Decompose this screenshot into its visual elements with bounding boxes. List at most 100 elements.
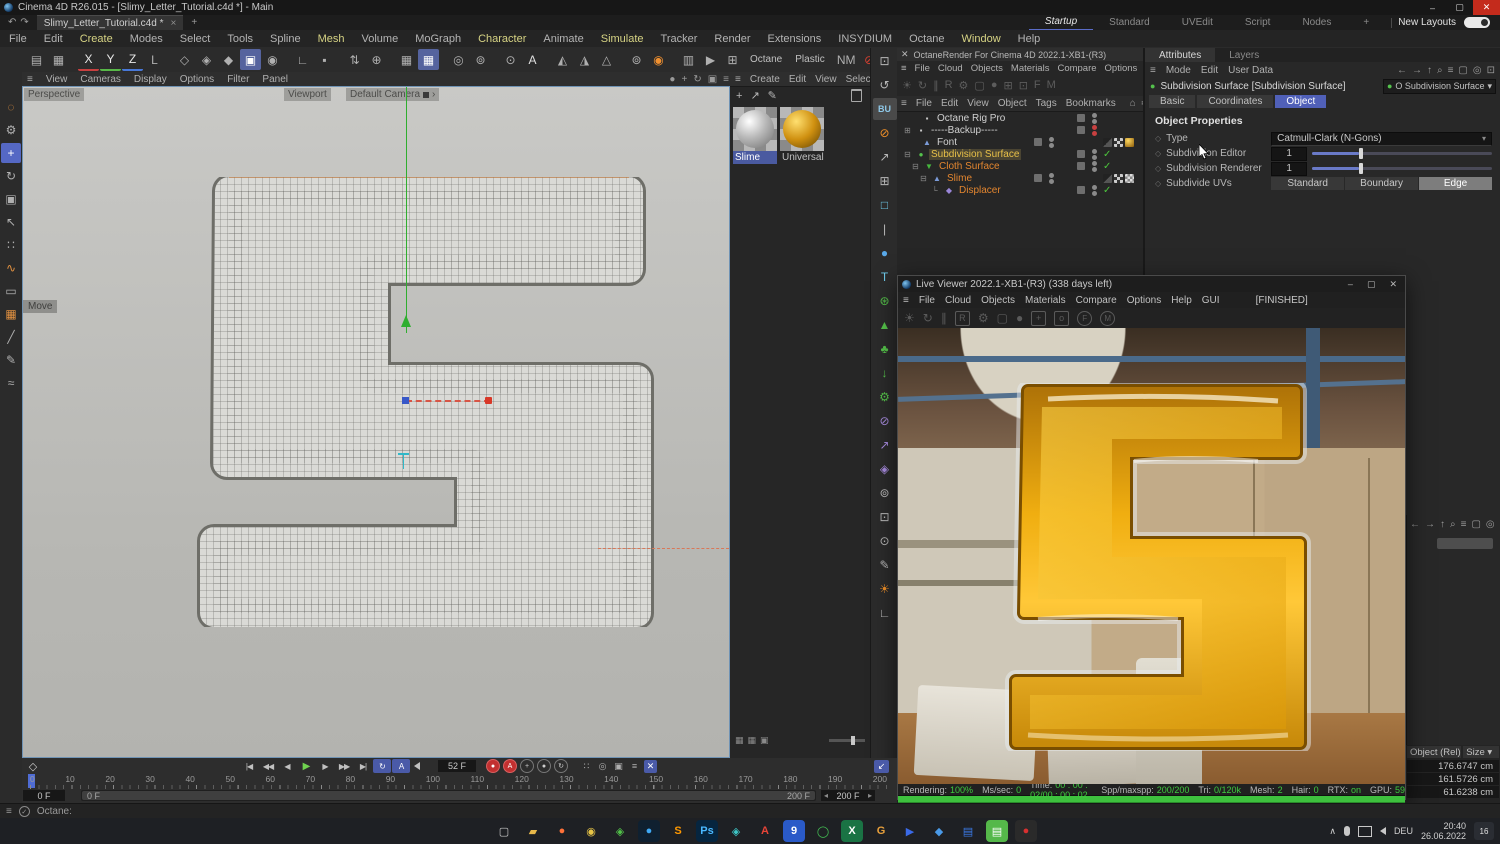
go-start-button[interactable]: |◀ bbox=[240, 759, 258, 773]
pen-icon[interactable]: ✎ bbox=[1, 350, 21, 370]
excel[interactable]: X bbox=[841, 820, 863, 842]
viewport-menu-item[interactable]: Filter bbox=[227, 74, 249, 85]
undo-icon[interactable]: ↶ bbox=[8, 17, 20, 28]
coordinate-value-field[interactable]: 61.6238 cm bbox=[1407, 786, 1499, 798]
globe-lock-icon[interactable]: ⊚ bbox=[873, 482, 897, 504]
rotate-icon[interactable]: ↻ bbox=[1, 166, 21, 186]
menu-item[interactable]: File bbox=[9, 33, 27, 45]
shade-ball-icon[interactable]: ● bbox=[669, 74, 675, 85]
load-material-icon[interactable]: ↗ bbox=[750, 89, 759, 102]
restart-render-icon[interactable]: ↻ bbox=[923, 311, 933, 325]
orange-sphere-icon[interactable]: ◉ bbox=[648, 49, 669, 70]
lv-minimize-button[interactable]: – bbox=[1348, 279, 1353, 290]
sublime-text[interactable]: S bbox=[667, 820, 689, 842]
menu-item[interactable]: MoGraph bbox=[415, 33, 461, 45]
camera-lock-icon[interactable]: ⊡ bbox=[873, 506, 897, 528]
rectangle-tool-icon[interactable]: □ bbox=[873, 194, 897, 216]
axis-mode-icon[interactable]: ∟ bbox=[292, 49, 313, 70]
sep[interactable] bbox=[492, 49, 499, 70]
mat-view3-icon[interactable]: ▣ bbox=[760, 735, 769, 746]
pick-material-icon[interactable]: ✎ bbox=[768, 89, 777, 102]
lock-z-icon[interactable]: Z bbox=[122, 48, 143, 71]
polygon-mode-icon[interactable]: ◉ bbox=[262, 49, 283, 70]
target-icon[interactable]: ◎ bbox=[1473, 65, 1482, 76]
om-menu-item[interactable]: Tags bbox=[1036, 98, 1057, 109]
snap-corner-icon[interactable]: ∟ bbox=[873, 602, 897, 624]
section-tab[interactable]: Coordinates bbox=[1197, 95, 1274, 108]
material-preview[interactable] bbox=[733, 107, 777, 151]
current-frame-field[interactable]: 52 F bbox=[438, 760, 476, 772]
tweak-icon[interactable]: ⚙ bbox=[1, 120, 21, 140]
filter-icon[interactable]: ≡ bbox=[1448, 65, 1454, 76]
lv-menu-item[interactable]: File bbox=[919, 295, 935, 306]
menu-item[interactable]: Help bbox=[1018, 33, 1041, 45]
workplane-icon[interactable]: ▪ bbox=[314, 49, 335, 70]
subdivision-renderer-field[interactable]: 1 bbox=[1271, 161, 1308, 176]
layout-tab[interactable]: Script bbox=[1229, 16, 1287, 30]
next-frame-button[interactable]: ▶ bbox=[316, 759, 334, 773]
notification-badge[interactable]: 16 bbox=[1474, 822, 1494, 840]
add-box-icon[interactable]: + bbox=[1031, 310, 1047, 326]
lock-x-icon[interactable]: X bbox=[78, 48, 99, 71]
render-ball-icon[interactable]: ● bbox=[1016, 311, 1023, 325]
mode-dropdown[interactable]: Object (Rel) ▾ bbox=[1407, 746, 1462, 758]
lv-menu-item[interactable]: GUI bbox=[1202, 295, 1220, 306]
keyboard-language[interactable]: DEU bbox=[1394, 826, 1413, 836]
layout-tab[interactable]: Startup bbox=[1028, 15, 1094, 31]
add-box-icon[interactable]: ⊞ bbox=[1003, 79, 1012, 92]
tag-icons[interactable] bbox=[1103, 173, 1143, 183]
object-row[interactable]: ⊟ ▼ Cloth Surface ✓ bbox=[897, 160, 1143, 172]
axis-center-icon[interactable]: ⊕ bbox=[366, 49, 387, 70]
menu-item[interactable]: INSYDIUM bbox=[838, 33, 892, 45]
menu-item[interactable]: Octane bbox=[909, 33, 944, 45]
layout-tab[interactable]: + bbox=[1347, 16, 1385, 30]
record-param-button[interactable]: ◎ bbox=[596, 760, 609, 773]
menu-item[interactable]: Volume bbox=[362, 33, 399, 45]
cinema-4d[interactable]: ● bbox=[638, 820, 660, 842]
sound-toggle-icon[interactable] bbox=[414, 762, 420, 770]
render-region-icon[interactable]: ⊡ bbox=[873, 50, 897, 72]
file-explorer[interactable]: ▰ bbox=[522, 820, 544, 842]
x-axis-handle[interactable] bbox=[485, 397, 492, 404]
object-name[interactable]: Cloth Surface bbox=[937, 161, 1002, 172]
cursor-move-icon[interactable]: ↖ bbox=[1, 212, 21, 232]
scale-icon[interactable]: ▣ bbox=[1, 189, 21, 209]
record-scale-button[interactable]: ● bbox=[537, 759, 551, 773]
green-circle-app[interactable]: ◯ bbox=[812, 820, 834, 842]
lv-menu-item[interactable]: Compare bbox=[1076, 295, 1117, 306]
object-selector-dropdown[interactable]: ● O Subdivision Surface ▾ bbox=[1382, 78, 1496, 94]
lock-resolution-icon[interactable]: ▢ bbox=[997, 311, 1008, 325]
attribute-tab[interactable]: Attributes bbox=[1145, 48, 1216, 62]
green-app[interactable]: ◈ bbox=[609, 820, 631, 842]
text-tool-icon[interactable]: T bbox=[873, 266, 897, 288]
newwin-icon[interactable]: ⊡ bbox=[1487, 65, 1495, 76]
material-item[interactable]: Slime bbox=[733, 107, 777, 164]
keyframe-button[interactable]: ◇ bbox=[24, 759, 42, 773]
enable-dots[interactable] bbox=[1090, 184, 1098, 196]
autofit-button[interactable]: A bbox=[392, 759, 410, 773]
octane-menu-item[interactable]: Materials bbox=[1011, 63, 1050, 74]
object-row[interactable]: └ ◆ Displacer ✓ bbox=[897, 184, 1143, 196]
microphone-icon[interactable] bbox=[1343, 826, 1350, 836]
settings-gear-icon[interactable]: ⚙ bbox=[978, 311, 989, 325]
layout-tab[interactable]: Nodes bbox=[1286, 16, 1347, 30]
menu-item[interactable]: Character bbox=[478, 33, 526, 45]
windows-start-button[interactable] bbox=[464, 820, 486, 842]
next-key-button[interactable]: ▶▶ bbox=[335, 759, 353, 773]
object-row[interactable]: ▪ Octane Rig Pro bbox=[897, 112, 1143, 124]
viewport-label[interactable]: Viewport bbox=[284, 88, 331, 101]
redo-icon[interactable]: ↷ bbox=[20, 17, 32, 28]
record-position-button[interactable]: + bbox=[520, 759, 534, 773]
search-icon[interactable]: ⌕ bbox=[1437, 65, 1443, 76]
octane-flame-icon[interactable]: ☀ bbox=[904, 311, 915, 325]
filter-icon[interactable]: ≡ bbox=[1461, 519, 1467, 530]
cone-prim-icon[interactable]: ◮ bbox=[574, 49, 595, 70]
autokey-button[interactable]: A bbox=[503, 759, 517, 773]
export-icon[interactable]: ↗ bbox=[873, 146, 897, 168]
add-material-icon[interactable]: + bbox=[736, 90, 742, 102]
home-icon[interactable]: ⌂ bbox=[1130, 98, 1136, 109]
viewport-burger-icon[interactable]: ≡ bbox=[27, 74, 33, 85]
render-view[interactable] bbox=[898, 328, 1405, 784]
small-box-icon[interactable]: ⊡ bbox=[1019, 79, 1028, 92]
sep[interactable] bbox=[670, 49, 677, 70]
